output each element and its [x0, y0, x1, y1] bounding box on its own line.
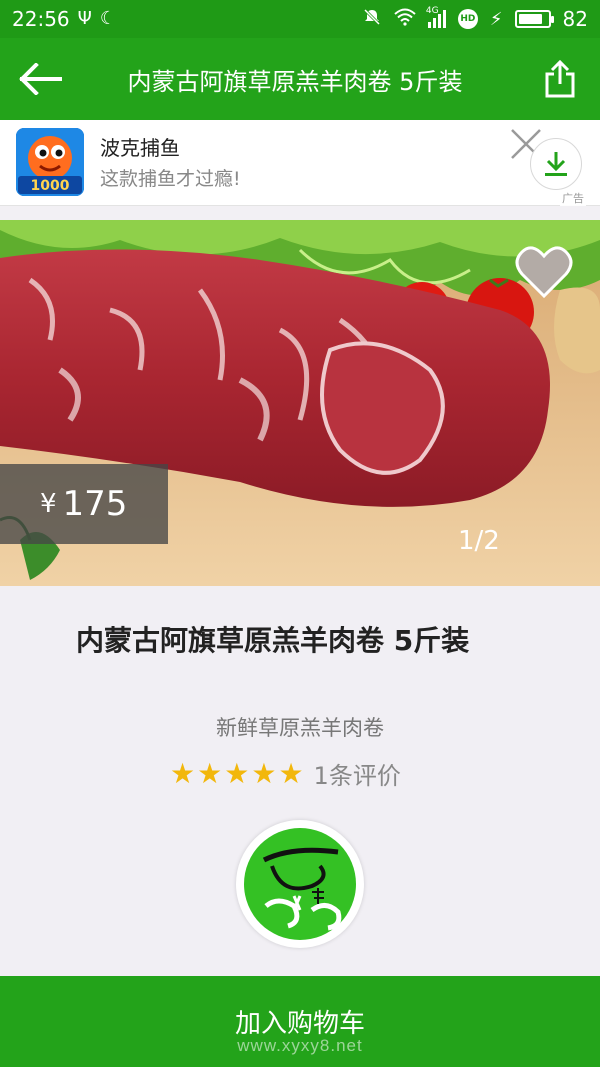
star-icon: ★ [224, 757, 250, 790]
network-label: 4G [425, 6, 439, 16]
page-title: 内蒙古阿旗草原羔羊肉卷 5斤装 [127, 67, 463, 96]
price-value: 175 [62, 484, 128, 524]
ad-app-logo[interactable]: 1000 [16, 128, 84, 196]
ad-logo-text: 1000 [31, 178, 70, 194]
watermark: www.xyxy8.net [237, 1036, 363, 1055]
status-time: 22:56 [12, 7, 70, 31]
moon-icon: ☾ [99, 8, 116, 29]
arrow-left-icon [19, 63, 62, 95]
signal-icon: 4G [426, 6, 446, 28]
download-icon [545, 152, 567, 176]
battery-percent: 82 [562, 7, 588, 31]
product-title: 内蒙古阿旗草原羔羊肉卷 5斤装 [76, 624, 470, 657]
star-icon: ★ [170, 757, 196, 790]
star-icon: ★ [251, 757, 277, 790]
star-icon: ★ [278, 757, 304, 790]
battery-fill [518, 14, 543, 24]
charging-icon: ⚡ [489, 8, 503, 30]
rating: ★ ★ ★ ★ ★ 1条评价 [170, 756, 401, 791]
wifi-icon [394, 7, 416, 31]
product-info: 内蒙古阿旗草原羔羊肉卷 5斤装 新鲜草原羔羊肉卷 ★ ★ ★ ★ ★ 1条评价 [0, 586, 600, 976]
price-tag: ¥ 175 [0, 464, 168, 544]
image-page-indicator: 1/2 [458, 526, 500, 556]
heart-icon [515, 246, 573, 299]
ad-label: 广告 [560, 190, 586, 206]
ad-description: 这款捕鱼才过瘾! [100, 168, 241, 190]
star-icon: ★ [197, 757, 223, 790]
status-bar: 22:56 Ψ ☾ 4G HD ⚡ 82 [0, 0, 600, 38]
favorite-button[interactable] [514, 244, 574, 300]
app-bar: 内蒙古阿旗草原羔羊肉卷 5斤装 [0, 38, 600, 120]
usb-icon: Ψ [77, 8, 92, 29]
review-count[interactable]: 1条评价 [314, 756, 401, 791]
back-button[interactable] [0, 38, 80, 120]
shop-logo[interactable] [236, 820, 364, 948]
battery-icon [514, 10, 554, 28]
share-button[interactable] [520, 38, 600, 120]
currency-symbol: ¥ [40, 489, 57, 519]
ad-download-button[interactable] [530, 138, 582, 190]
product-subtitle: 新鲜草原羔羊肉卷 [216, 716, 384, 740]
brand-emblem-icon [244, 828, 356, 940]
hd-icon: HD [457, 9, 478, 29]
mute-icon [362, 7, 382, 32]
ad-app-name: 波克捕鱼 [100, 136, 180, 160]
share-icon [545, 60, 575, 98]
